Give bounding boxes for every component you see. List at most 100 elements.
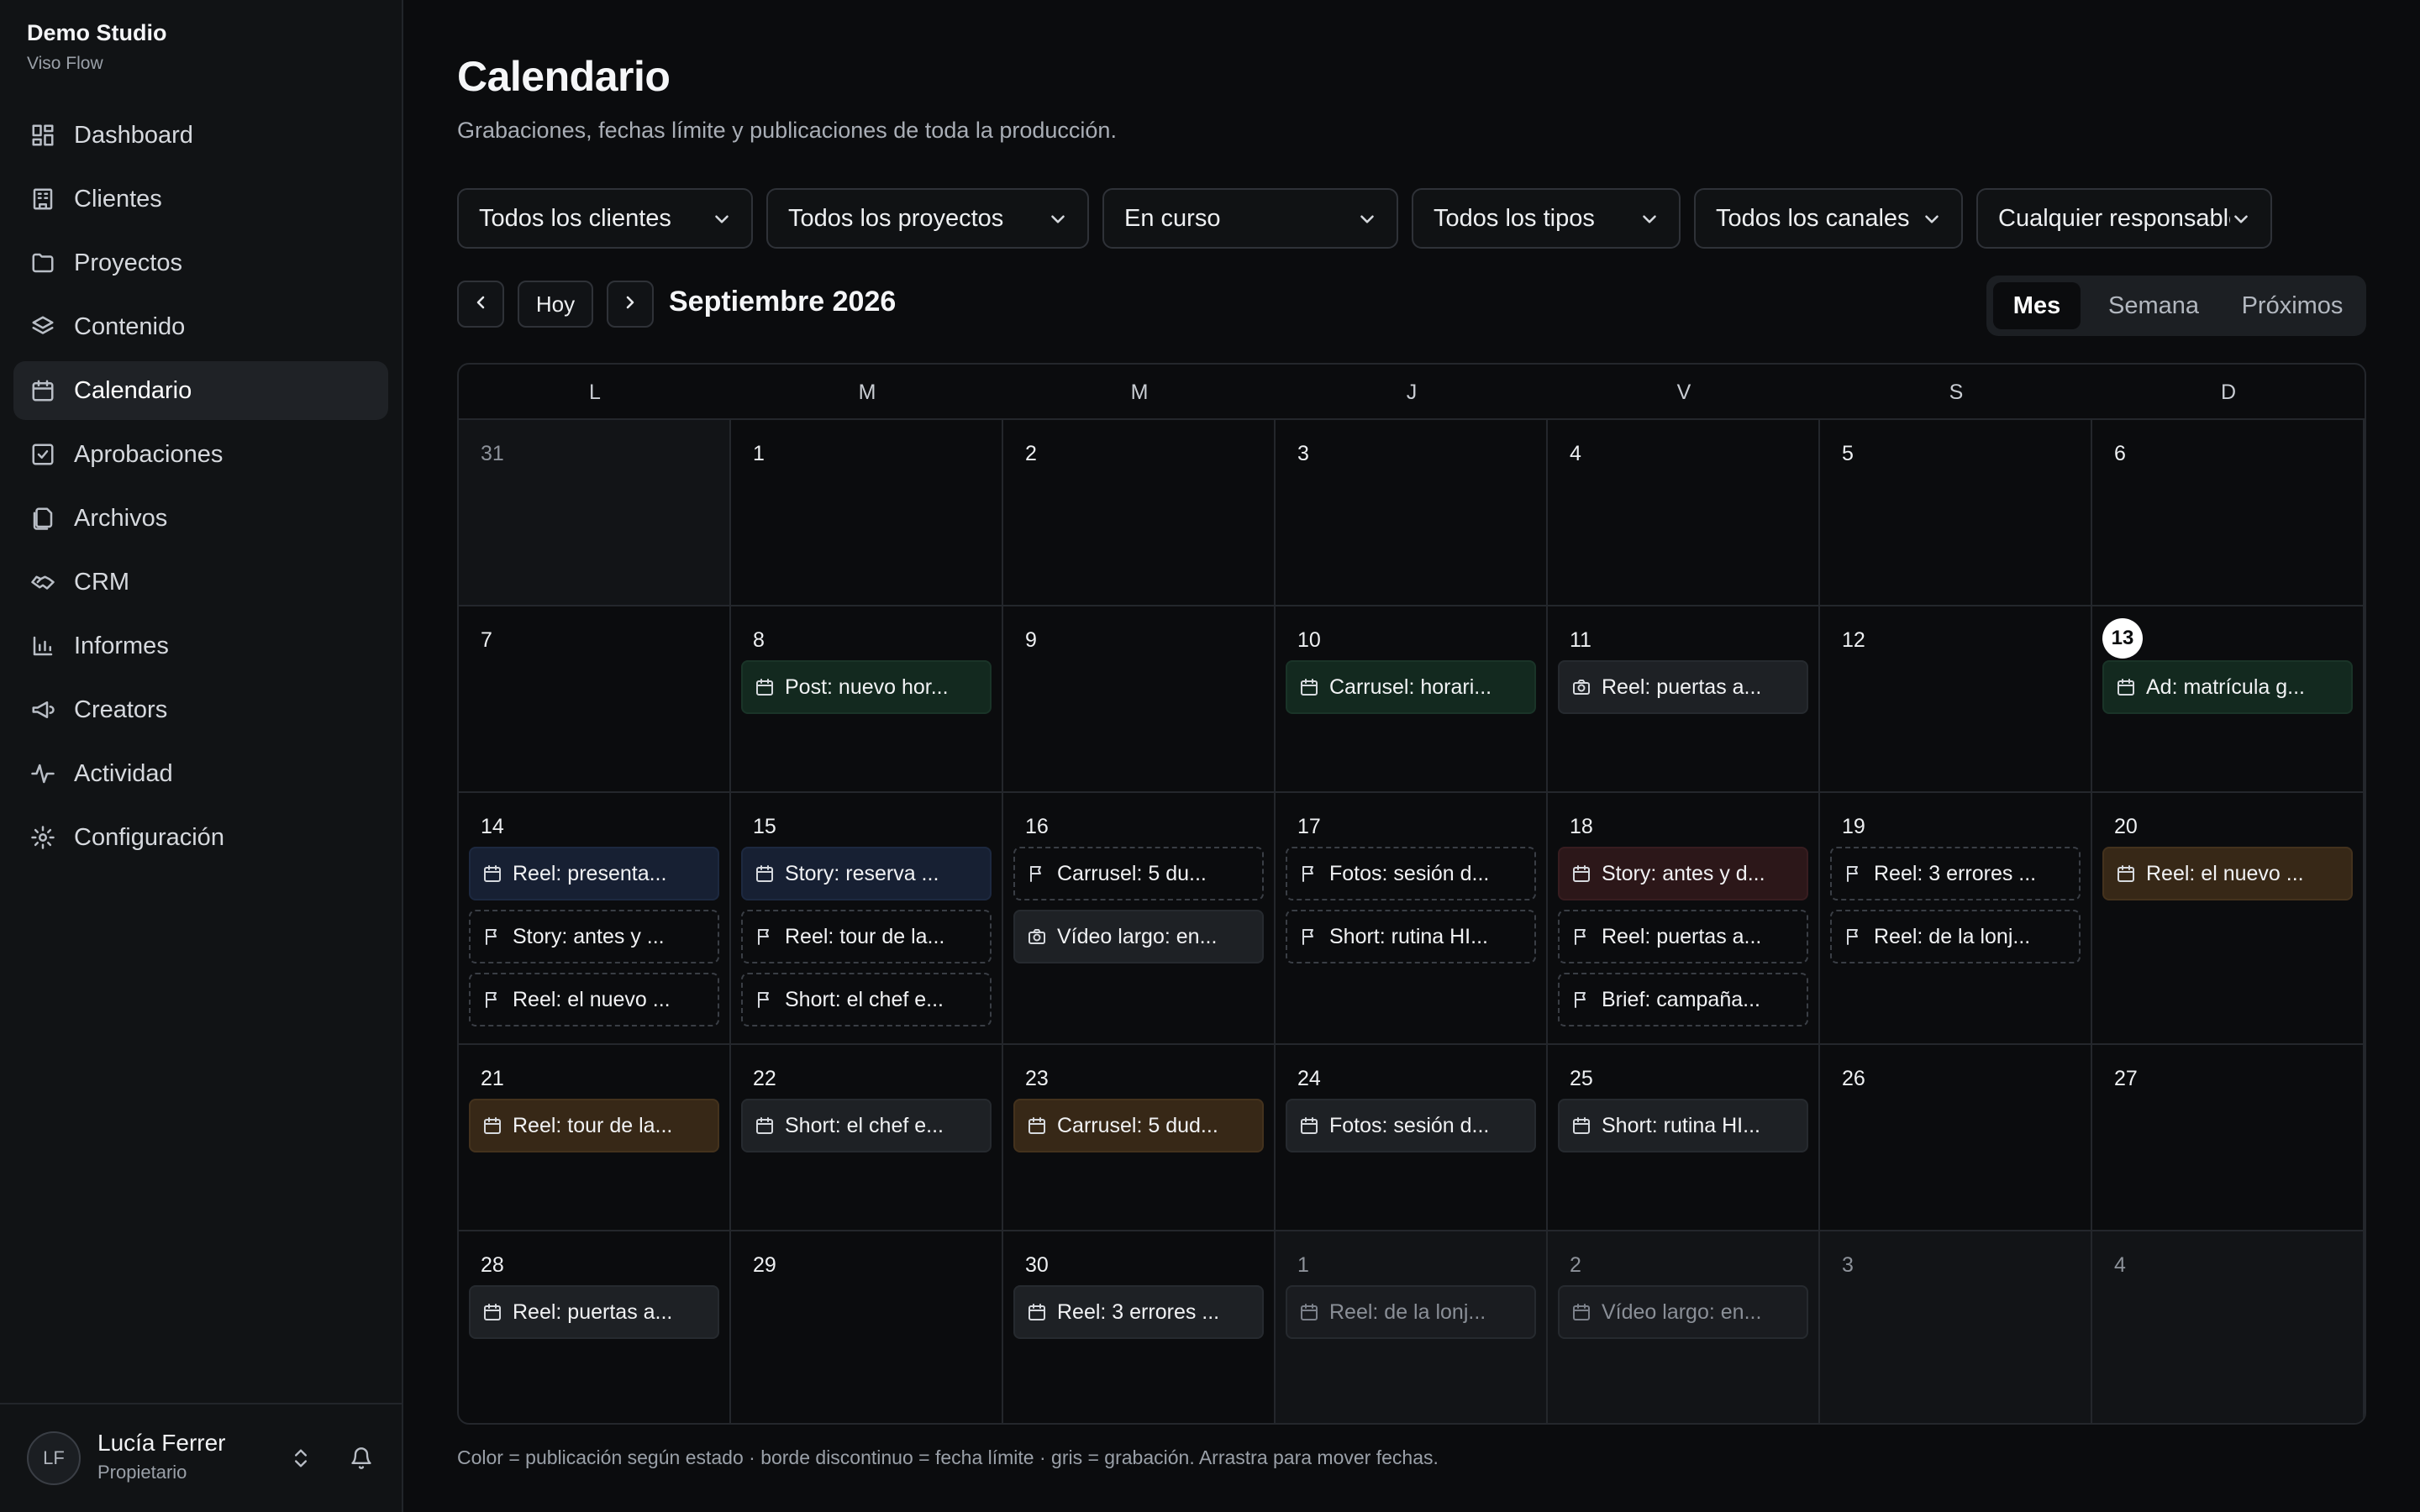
day-cell[interactable]: 11 Reel: puertas a...: [1548, 606, 1820, 793]
today-button[interactable]: Hoy: [518, 281, 593, 328]
deadline-event-chip[interactable]: Reel: 3 errores ...: [1830, 847, 2081, 900]
publication-event-chip[interactable]: Story: antes y d...: [1558, 847, 1808, 900]
next-month-button[interactable]: [607, 281, 654, 328]
day-cell[interactable]: 2: [1003, 420, 1276, 606]
deadline-event-chip[interactable]: Fotos: sesión d...: [1286, 847, 1536, 900]
view-month-tab[interactable]: Mes: [1993, 282, 2081, 329]
day-cell[interactable]: 28 Reel: puertas a...: [459, 1231, 731, 1423]
account-switcher-icon[interactable]: [286, 1443, 316, 1473]
channel-filter-value: Todos los canales: [1716, 204, 1910, 232]
publication-event-chip[interactable]: Reel: el nuevo ...: [2102, 847, 2353, 900]
day-cell[interactable]: 14 Reel: presenta... Story: antes y ... Ree…: [459, 793, 731, 1045]
day-cell[interactable]: 8 Post: nuevo hor...: [731, 606, 1003, 793]
publication-event-chip[interactable]: Post: nuevo hor...: [741, 660, 992, 714]
deadline-event-chip[interactable]: Reel: de la lonj...: [1830, 910, 2081, 963]
day-cell[interactable]: 7: [459, 606, 731, 793]
workspace-product: Viso Flow: [27, 54, 103, 73]
publication-event-chip[interactable]: Carrusel: horari...: [1286, 660, 1536, 714]
publication-event-chip[interactable]: Story: reserva ...: [741, 847, 992, 900]
sidebar-item-aprobaciones[interactable]: Aprobaciones: [13, 425, 388, 484]
publication-event-chip[interactable]: Vídeo largo: en...: [1558, 1285, 1808, 1339]
day-cell[interactable]: 20 Reel: el nuevo ...: [2092, 793, 2365, 1045]
sidebar-item-proyectos[interactable]: Proyectos: [13, 234, 388, 292]
type-filter-select[interactable]: Todos los tipos: [1412, 188, 1681, 249]
deadline-event-chip[interactable]: Story: antes y ...: [469, 910, 719, 963]
publication-event-chip[interactable]: Reel: de la lonj...: [1286, 1285, 1536, 1339]
day-cell[interactable]: 1: [731, 420, 1003, 606]
owner-filter-select[interactable]: Cualquier responsable: [1976, 188, 2272, 249]
publication-event-chip[interactable]: Reel: tour de la...: [469, 1099, 719, 1152]
publication-event-chip[interactable]: Short: el chef e...: [741, 1099, 992, 1152]
check-square-icon: [30, 442, 55, 467]
day-cell[interactable]: 24 Fotos: sesión d...: [1276, 1045, 1548, 1231]
day-number: 6: [2114, 442, 2126, 465]
deadline-event-chip[interactable]: Reel: puertas a...: [1558, 910, 1808, 963]
avatar[interactable]: LF: [27, 1431, 81, 1485]
deadline-event-chip[interactable]: Carrusel: 5 du...: [1013, 847, 1264, 900]
project-filter-select[interactable]: Todos los proyectos: [766, 188, 1089, 249]
sidebar-item-clientes[interactable]: Clientes: [13, 170, 388, 228]
sidebar-item-calendario[interactable]: Calendario: [13, 361, 388, 420]
notifications-bell-icon[interactable]: [346, 1443, 376, 1473]
day-cell[interactable]: 18 Story: antes y d... Reel: puertas a... B…: [1548, 793, 1820, 1045]
day-cell[interactable]: 5: [1820, 420, 2092, 606]
day-cell[interactable]: 19 Reel: 3 errores ... Reel: de la lonj...: [1820, 793, 2092, 1045]
day-cell[interactable]: 26: [1820, 1045, 2092, 1231]
deadline-event-chip[interactable]: Reel: tour de la...: [741, 910, 992, 963]
day-cell[interactable]: 23 Carrusel: 5 dud...: [1003, 1045, 1276, 1231]
publication-event-chip[interactable]: Reel: presenta...: [469, 847, 719, 900]
publication-event-chip[interactable]: Reel: 3 errores ...: [1013, 1285, 1264, 1339]
event-title: Carrusel: 5 du...: [1057, 861, 1207, 885]
view-toggle: Mes Semana Próximos: [1986, 276, 2366, 336]
day-cell[interactable]: 30 Reel: 3 errores ...: [1003, 1231, 1276, 1423]
day-cell[interactable]: 3: [1820, 1231, 2092, 1423]
deadline-event-chip[interactable]: Short: rutina HI...: [1286, 910, 1536, 963]
deadline-event-chip[interactable]: Reel: el nuevo ...: [469, 973, 719, 1026]
day-cell[interactable]: 2 Vídeo largo: en...: [1548, 1231, 1820, 1423]
day-cell[interactable]: 22 Short: el chef e...: [731, 1045, 1003, 1231]
sidebar-item-creators[interactable]: Creators: [13, 680, 388, 739]
day-cell[interactable]: 1 Reel: de la lonj...: [1276, 1231, 1548, 1423]
publication-event-chip[interactable]: Short: rutina HI...: [1558, 1099, 1808, 1152]
day-cell[interactable]: 9: [1003, 606, 1276, 793]
sidebar-item-configuraci-n[interactable]: Configuración: [13, 808, 388, 867]
calendar-icon: [755, 1116, 775, 1136]
sidebar-item-dashboard[interactable]: Dashboard: [13, 106, 388, 165]
channel-filter-select[interactable]: Todos los canales: [1694, 188, 1963, 249]
publication-event-chip[interactable]: Reel: puertas a...: [469, 1285, 719, 1339]
recording-event-chip[interactable]: Reel: puertas a...: [1558, 660, 1808, 714]
day-cell[interactable]: 4: [1548, 420, 1820, 606]
day-cell[interactable]: 6: [2092, 420, 2365, 606]
sidebar-item-informes[interactable]: Informes: [13, 617, 388, 675]
day-cell[interactable]: 3: [1276, 420, 1548, 606]
sidebar-item-actividad[interactable]: Actividad: [13, 744, 388, 803]
day-cell[interactable]: 25 Short: rutina HI...: [1548, 1045, 1820, 1231]
day-cell[interactable]: 27: [2092, 1045, 2365, 1231]
day-number: 29: [753, 1253, 776, 1277]
day-cell[interactable]: 31: [459, 420, 731, 606]
sidebar-item-crm[interactable]: CRM: [13, 553, 388, 612]
publication-event-chip[interactable]: Ad: matrícula g...: [2102, 660, 2353, 714]
sidebar-item-contenido[interactable]: Contenido: [13, 297, 388, 356]
previous-month-button[interactable]: [457, 281, 504, 328]
view-upcoming-tab[interactable]: Próximos: [2225, 282, 2360, 329]
flag-icon: [1844, 927, 1864, 947]
publication-event-chip[interactable]: Fotos: sesión d...: [1286, 1099, 1536, 1152]
deadline-event-chip[interactable]: Brief: campaña...: [1558, 973, 1808, 1026]
sidebar-item-archivos[interactable]: Archivos: [13, 489, 388, 548]
day-cell[interactable]: 21 Reel: tour de la...: [459, 1045, 731, 1231]
day-cell[interactable]: 10 Carrusel: horari...: [1276, 606, 1548, 793]
recording-event-chip[interactable]: Vídeo largo: en...: [1013, 910, 1264, 963]
day-cell[interactable]: 4: [2092, 1231, 2365, 1423]
view-week-tab[interactable]: Semana: [2091, 282, 2217, 329]
day-cell[interactable]: 12: [1820, 606, 2092, 793]
status-filter-select[interactable]: En curso: [1102, 188, 1398, 249]
client-filter-select[interactable]: Todos los clientes: [457, 188, 753, 249]
day-cell[interactable]: 17 Fotos: sesión d... Short: rutina HI...: [1276, 793, 1548, 1045]
day-cell[interactable]: 16 Carrusel: 5 du... Vídeo largo: en...: [1003, 793, 1276, 1045]
publication-event-chip[interactable]: Carrusel: 5 dud...: [1013, 1099, 1264, 1152]
day-cell[interactable]: 15 Story: reserva ... Reel: tour de la... S…: [731, 793, 1003, 1045]
deadline-event-chip[interactable]: Short: el chef e...: [741, 973, 992, 1026]
day-cell[interactable]: 13 Ad: matrícula g...: [2092, 606, 2365, 793]
day-cell[interactable]: 29: [731, 1231, 1003, 1423]
